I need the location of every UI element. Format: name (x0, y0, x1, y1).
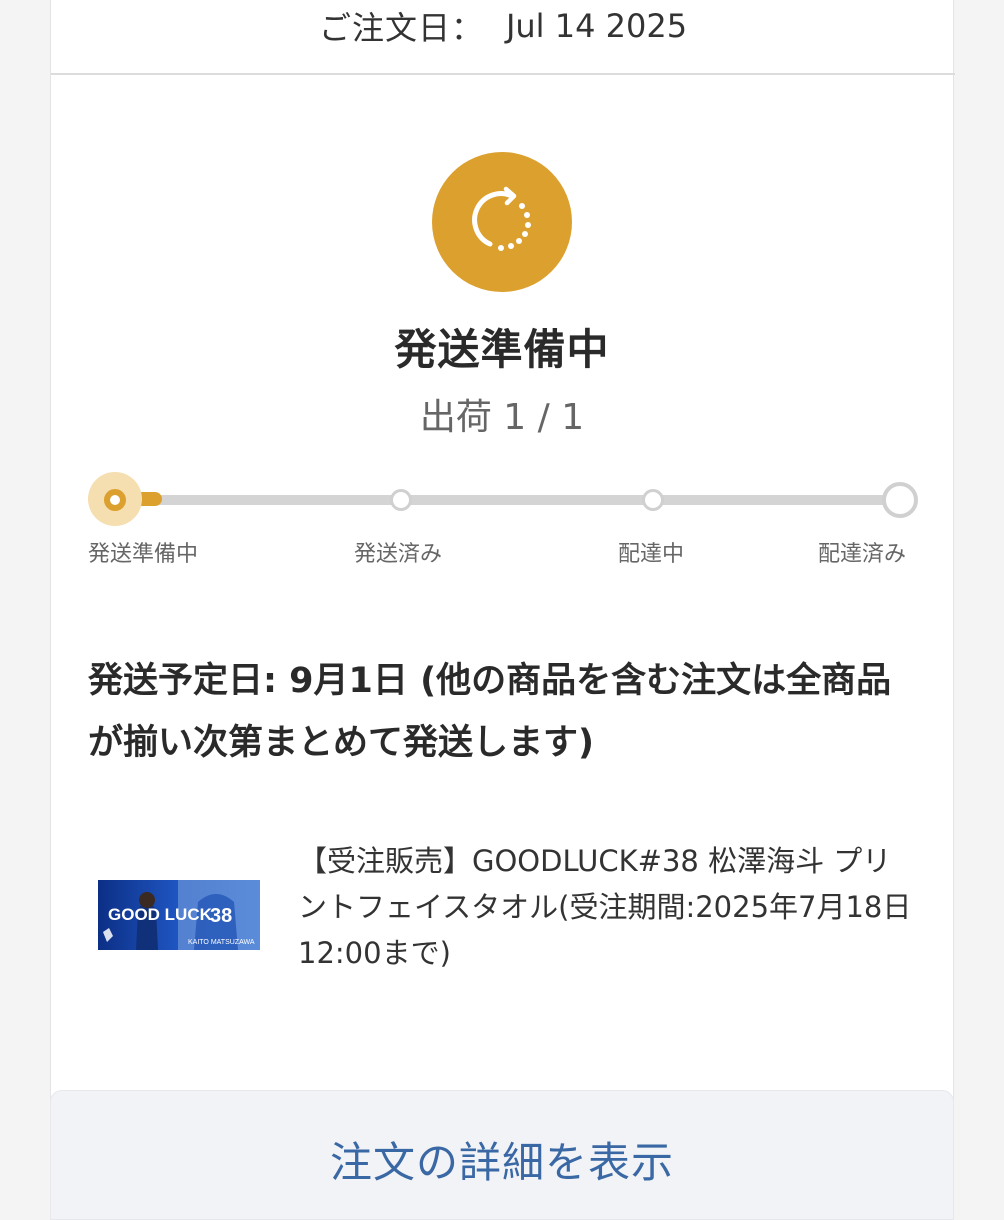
shipment-count: 出荷 1 / 1 (419, 397, 585, 438)
step-dot-delivered (882, 482, 918, 518)
step-label-in-delivery: 配達中 (618, 542, 685, 567)
step-dot-shipped (390, 489, 412, 511)
thumb-player-name: KAITO MATSUZAWA (188, 939, 255, 946)
progress-track (114, 495, 902, 505)
shipping-date-note: 発送予定日: 9月1日 (他の商品を含む注文は全商品が揃い次第まとめて発送します… (88, 661, 892, 763)
product-thumbnail[interactable]: GOOD LUCK 38 KAITO MATSUZAWA (98, 880, 260, 950)
order-date-value: Jul 14 2025 (505, 6, 688, 45)
order-date-header: ご注文日： Jul 14 2025 (51, 0, 955, 75)
status-title: 発送準備中 (394, 325, 610, 374)
step-dot-preparing (104, 489, 126, 511)
order-date-label: ご注文日： (318, 8, 484, 47)
step-label-preparing: 発送準備中 (88, 542, 199, 567)
thumb-goodluck-text: GOOD LUCK (108, 905, 213, 924)
view-order-details-button[interactable]: 注文の詳細を表示 (50, 1090, 954, 1220)
refresh-icon (464, 182, 540, 262)
product-name-link[interactable]: 【受注販売】GOODLUCK#38 松澤海斗 プリントフェイスタオル(受注期間:… (298, 838, 918, 976)
step-dot-in-delivery (642, 489, 664, 511)
step-label-shipped: 発送済み (354, 542, 443, 567)
thumb-number: 38 (210, 905, 232, 927)
status-badge (432, 152, 572, 292)
step-label-delivered: 配達済み (818, 542, 907, 567)
